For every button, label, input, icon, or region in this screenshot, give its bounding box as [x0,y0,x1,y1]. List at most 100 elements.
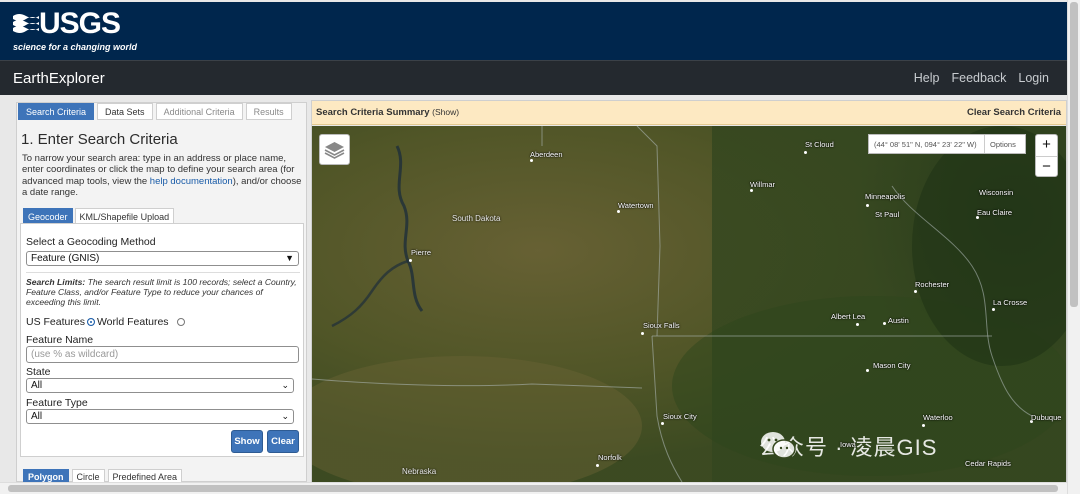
city-label-norfolk: Norfolk [598,453,622,462]
chevron-down-icon: ⌄ [281,380,289,390]
clear-button[interactable]: Clear [267,430,299,453]
city-dot [409,259,412,262]
city-label-cedar-rapids: Cedar Rapids [965,459,1011,468]
city-dot [750,189,753,192]
search-panel: Search Criteria Data Sets Additional Cri… [16,102,307,485]
coordinate-options-button[interactable]: Options [985,140,1016,149]
clear-search-criteria-link[interactable]: Clear Search Criteria [967,107,1061,118]
feature-type-select[interactable]: All ⌄ [26,409,294,424]
satellite-map[interactable]: (44° 08' 51" N, 094° 23' 22" W) Options … [312,126,1066,482]
chevron-down-icon: ▼ [285,253,294,263]
state-label-south-dakota: South Dakota [452,214,501,223]
zoom-control: + − [1035,134,1058,177]
scrollbar-thumb[interactable] [1070,2,1078,307]
app-title[interactable]: EarthExplorer [13,70,105,87]
geocoder-box: Select a Geocoding Method Feature (GNIS)… [20,223,304,457]
city-label-waterloo: Waterloo [923,413,953,422]
city-label-la-crosse: La Crosse [993,298,1028,307]
us-features-radio[interactable] [86,318,95,326]
state-select[interactable]: All ⌄ [26,378,294,393]
feature-type-value: All [31,411,43,422]
city-label-rochester: Rochester [915,280,950,289]
map-area: Search Criteria Summary (Show) Clear Sea… [311,100,1067,482]
usgs-wave-icon [13,14,39,33]
city-label-pierre: Pierre [411,248,432,257]
nav-links: Help Feedback Login [914,71,1049,85]
city-label-dubuque: Dubuque [1031,413,1062,422]
intro-text: To narrow your search area: type in an a… [22,153,304,199]
chevron-down-icon: ⌄ [281,411,289,421]
geocoding-method-value: Feature (GNIS) [31,253,100,264]
panel-title: 1. Enter Search Criteria [21,131,178,148]
city-label-st-paul: St Paul [875,210,900,219]
summary-title-text: Search Criteria Summary [316,107,430,118]
help-documentation-link[interactable]: help documentation [150,176,233,187]
city-dot [856,323,859,326]
scrollbar-thumb[interactable] [8,485,1058,492]
summary-show-link[interactable]: (Show) [432,107,459,117]
city-dot [922,424,925,427]
usgs-banner: USGS science for a changing world [0,2,1067,60]
watermark: 公众号 · 凌晨GIS [759,430,937,462]
layers-icon [324,142,345,159]
tab-additional-criteria[interactable]: Additional Criteria [155,103,243,120]
state-value: All [31,380,43,391]
usgs-logo[interactable]: USGS science for a changing world [13,7,137,56]
logo-text: USGS [39,7,121,40]
state-label-nebraska: Nebraska [402,467,437,476]
us-features-label: US Features [26,316,85,328]
coordinate-value: (44° 08' 51" N, 094° 23' 22" W) [869,135,985,153]
search-limits-text: Search Limits: The search result limit i… [26,277,298,308]
geocoding-method-select[interactable]: Feature (GNIS) ▼ [26,251,299,266]
city-label-willmar: Willmar [750,180,775,189]
world-features-radio[interactable] [176,318,185,326]
city-dot [617,210,620,213]
city-dot [661,422,664,425]
city-dot [804,151,807,154]
zoom-in-button[interactable]: + [1036,135,1057,156]
city-dot [866,369,869,372]
city-label-mason-city: Mason City [873,361,911,370]
city-dot [641,332,644,335]
basemap-layers-button[interactable] [319,134,350,165]
wechat-icon [761,432,796,459]
region-label-wisconsin: Wisconsin [979,188,1014,197]
feature-type-label: Feature Type [26,397,88,409]
browser-frame: USGS science for a changing world EarthE… [0,0,1080,494]
help-link[interactable]: Help [914,71,940,85]
city-label-sioux-city: Sioux City [663,412,697,421]
feedback-link[interactable]: Feedback [952,71,1007,85]
coordinate-display: (44° 08' 51" N, 094° 23' 22" W) Options [868,134,1026,154]
horizontal-scrollbar[interactable] [0,482,1067,494]
city-dot [596,464,599,467]
tab-data-sets[interactable]: Data Sets [97,103,153,120]
city-dot [866,204,869,207]
city-dot [883,322,886,325]
map-terrain [312,126,1066,482]
city-label-aberdeen: Aberdeen [530,150,563,159]
search-criteria-summary-bar: Search Criteria Summary (Show) Clear Sea… [312,101,1066,125]
world-features-label: World Features [96,316,169,328]
city-dot [530,159,533,162]
show-button[interactable]: Show [231,430,263,453]
city-label-sioux-falls: Sioux Falls [643,321,680,330]
zoom-out-button[interactable]: − [1036,157,1057,178]
feature-name-label: Feature Name [26,334,94,346]
city-label-minneapolis: Minneapolis [865,192,906,201]
feature-scope-radios: US Features World Features [26,316,185,328]
city-dot [992,308,995,311]
divider [26,272,300,273]
vertical-scrollbar[interactable] [1067,0,1080,494]
tab-search-criteria[interactable]: Search Criteria [18,103,95,120]
city-label-st-cloud: St Cloud [805,140,834,149]
login-link[interactable]: Login [1018,71,1049,85]
city-label-austin: Austin [888,316,909,325]
main-tabs: Search Criteria Data Sets Additional Cri… [18,103,292,120]
city-dot [914,290,917,293]
city-label-watertown: Watertown [618,201,654,210]
top-navbar: EarthExplorer Help Feedback Login [0,60,1067,95]
tab-results[interactable]: Results [245,103,292,120]
feature-name-input[interactable]: (use % as wildcard) [26,346,299,363]
summary-title: Search Criteria Summary (Show) [316,107,459,118]
city-label-albert-lea: Albert Lea [831,312,866,321]
